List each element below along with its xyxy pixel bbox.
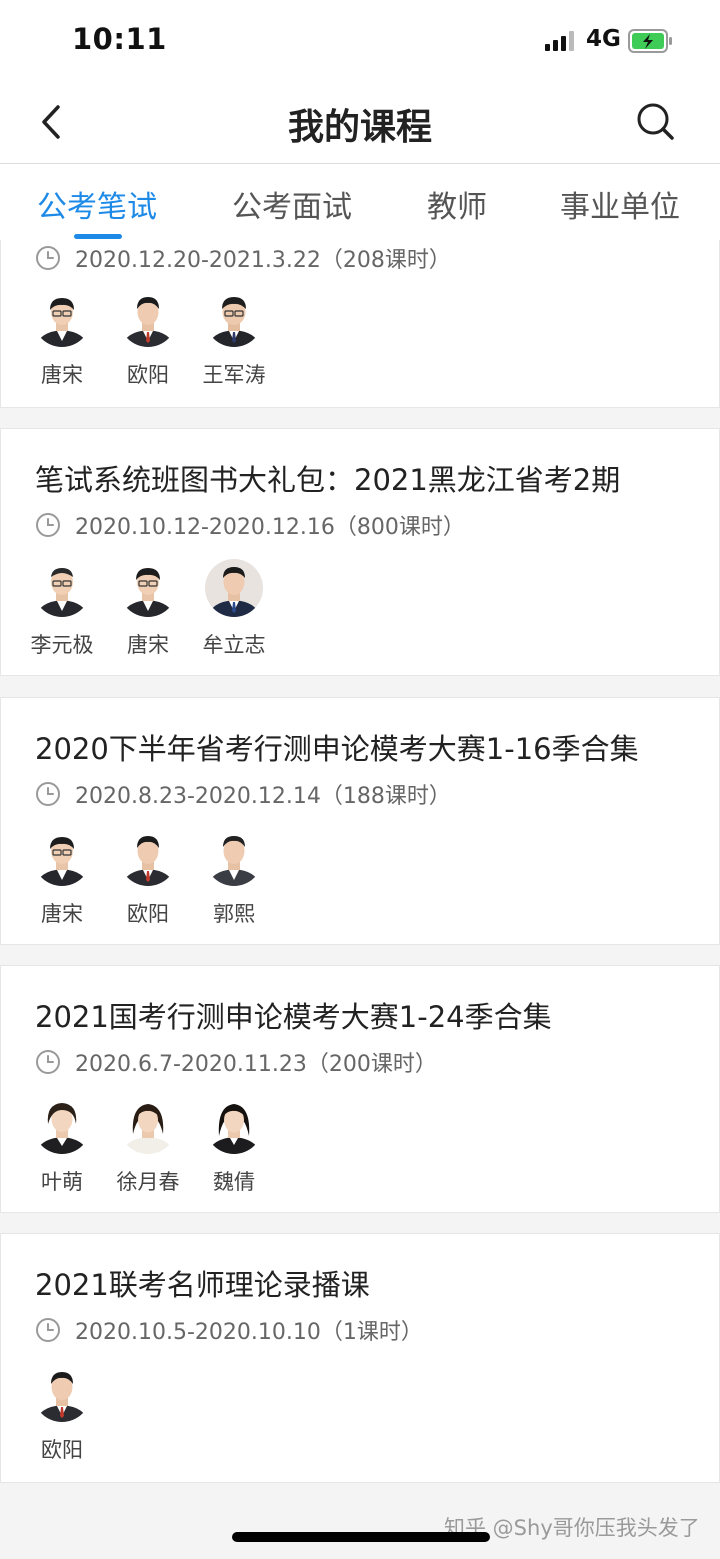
signal-icon [545, 31, 577, 51]
teacher-avatar [33, 1364, 91, 1422]
teacher-avatar [119, 828, 177, 886]
course-date-row: 2020.10.5-2020.10.10（1课时） [35, 1315, 423, 1345]
course-title: 2021国考行测申论模考大赛1-24季合集 [35, 1000, 552, 1034]
course-date: 2020.10.5-2020.10.10（1课时） [75, 1320, 423, 1345]
teacher-avatar [205, 828, 263, 886]
tab-public-institution[interactable]: 事业单位 [560, 182, 680, 226]
teacher[interactable]: 郭熙 [191, 828, 277, 928]
clock-icon [36, 513, 60, 537]
teacher-avatar [205, 559, 263, 617]
tab-bar: 公考笔试 公考面试 教师 事业单位 [0, 164, 720, 240]
teacher[interactable]: 王军涛 [191, 289, 277, 389]
teacher-name: 欧阳 [127, 363, 169, 387]
teacher-avatar [205, 1096, 263, 1154]
teacher-name: 王军涛 [202, 363, 266, 387]
network-label: 4G [586, 26, 621, 52]
clock-icon [36, 1050, 60, 1074]
teacher-avatar [33, 289, 91, 347]
teacher-name: 牟立志 [202, 633, 266, 657]
teacher-name: 魏倩 [213, 1170, 255, 1194]
course-date: 2020.10.12-2020.12.16（800课时） [75, 515, 465, 540]
course-card[interactable]: 2021国考行测申论模考大赛1-24季合集 2020.6.7-2020.11.2… [0, 965, 720, 1213]
nav-bar: 我的课程 [0, 82, 720, 164]
course-card[interactable]: 2020下半年省考行测申论模考大赛1-16季合集 2020.8.23-2020.… [0, 697, 720, 945]
course-title: 2020下半年省考行测申论模考大赛1-16季合集 [35, 732, 639, 766]
teacher-avatar [205, 289, 263, 347]
tab-written-exam[interactable]: 公考笔试 [37, 182, 157, 226]
teacher-avatar [33, 1096, 91, 1154]
course-date-row: 2020.8.23-2020.12.14（188课时） [35, 779, 451, 809]
course-date: 2020.8.23-2020.12.14（188课时） [75, 784, 451, 809]
search-icon[interactable] [634, 100, 676, 142]
status-time: 10:11 [72, 22, 167, 56]
active-tab-indicator [74, 234, 122, 239]
teacher[interactable]: 魏倩 [191, 1096, 277, 1196]
teacher-name: 李元极 [30, 633, 94, 657]
teacher[interactable]: 欧阳 [19, 1364, 105, 1464]
course-card[interactable]: 2021联考名师理论录播课 2020.10.5-2020.10.10（1课时） … [0, 1233, 720, 1483]
course-date: 2020.12.20-2021.3.22（208课时） [75, 248, 451, 273]
course-title: 2021联考名师理论录播课 [35, 1268, 370, 1302]
teacher[interactable]: 唐宋 [19, 289, 105, 389]
teacher-name: 叶萌 [41, 1170, 83, 1194]
course-date-row: 2020.6.7-2020.11.23（200课时） [35, 1047, 437, 1077]
teacher-name: 徐月春 [116, 1170, 180, 1194]
course-date-row: 2020.10.12-2020.12.16（800课时） [35, 510, 465, 540]
status-bar: 10:11 4G [0, 0, 720, 82]
teacher[interactable]: 牟立志 [191, 559, 277, 659]
tab-teacher[interactable]: 教师 [427, 182, 487, 226]
battery-icon [628, 29, 672, 53]
teacher[interactable]: 欧阳 [105, 289, 191, 389]
teacher[interactable]: 唐宋 [19, 828, 105, 928]
clock-icon [36, 246, 60, 270]
page-title: 我的课程 [287, 107, 432, 148]
teacher-avatar [119, 559, 177, 617]
teacher-name: 唐宋 [41, 902, 83, 926]
teacher-name: 唐宋 [127, 633, 169, 657]
tab-interview[interactable]: 公考面试 [232, 182, 352, 226]
teacher[interactable]: 唐宋 [105, 559, 191, 659]
clock-icon [36, 782, 60, 806]
course-title: 笔试系统班图书大礼包：2021黑龙江省考2期 [35, 463, 621, 497]
teacher-name: 唐宋 [41, 363, 83, 387]
course-card[interactable]: 2020.12.20-2021.3.22（208课时） 唐宋 欧阳 王军涛 [0, 240, 720, 408]
home-indicator[interactable] [232, 1532, 490, 1542]
teacher-name: 欧阳 [127, 902, 169, 926]
course-list[interactable]: 2020.12.20-2021.3.22（208课时） 唐宋 欧阳 王军涛 笔试… [0, 240, 720, 1559]
teacher-avatar [33, 559, 91, 617]
teacher-avatar [119, 289, 177, 347]
teacher[interactable]: 徐月春 [105, 1096, 191, 1196]
teacher-avatar [33, 828, 91, 886]
course-date: 2020.6.7-2020.11.23（200课时） [75, 1052, 437, 1077]
course-card[interactable]: 笔试系统班图书大礼包：2021黑龙江省考2期 2020.10.12-2020.1… [0, 428, 720, 676]
teacher[interactable]: 欧阳 [105, 828, 191, 928]
teacher-name: 郭熙 [213, 902, 255, 926]
course-date-row: 2020.12.20-2021.3.22（208课时） [35, 243, 451, 273]
teacher[interactable]: 叶萌 [19, 1096, 105, 1196]
teacher-name: 欧阳 [41, 1438, 83, 1462]
clock-icon [36, 1318, 60, 1342]
teacher[interactable]: 李元极 [19, 559, 105, 659]
teacher-avatar [119, 1096, 177, 1154]
